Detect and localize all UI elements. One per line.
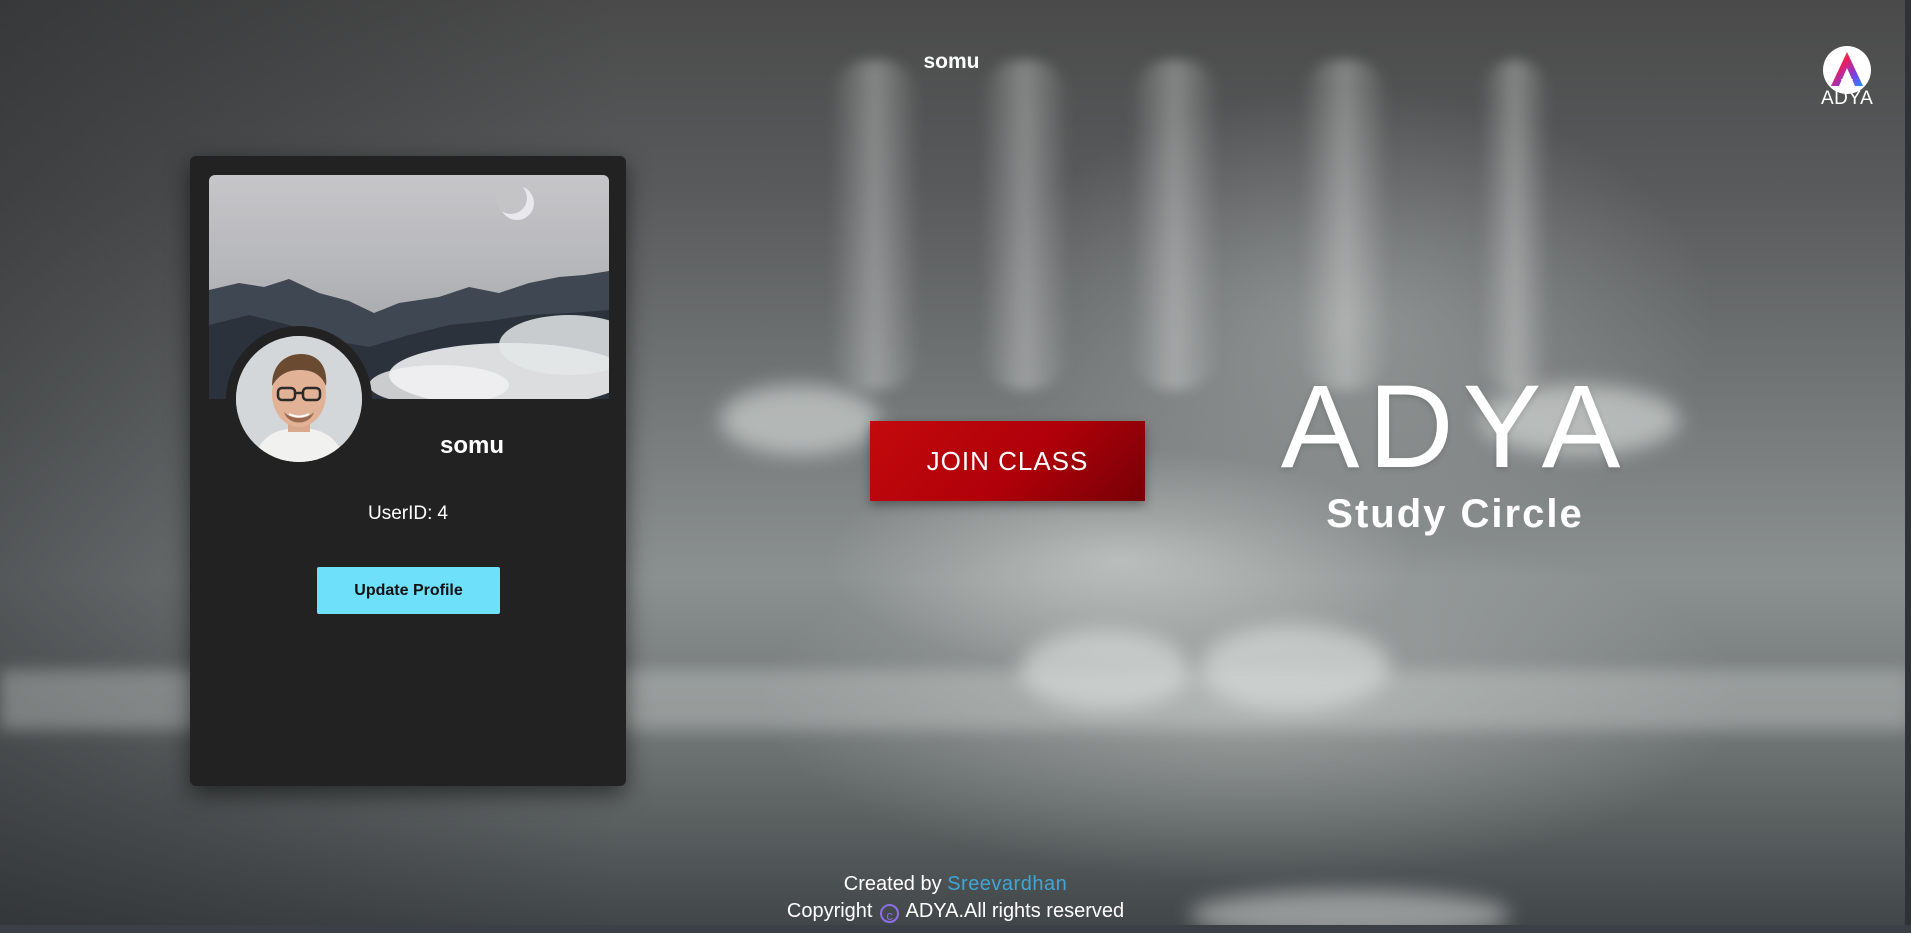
brand-title: ADYA [1280,361,1630,493]
avatar[interactable] [226,326,372,472]
footer: Created by Sreevardhan Copyright c ADYA.… [0,871,1911,925]
brand-subtitle: Study Circle [1326,492,1584,536]
footer-credit: Created by Sreevardhan [0,871,1911,898]
user-id-label: UserID: [368,503,433,524]
adya-logo-icon [1823,46,1871,94]
window-bottom-edge [0,925,1911,933]
profile-card: somu UserID: 4 Update Profile [190,156,626,786]
window-edge [1905,0,1911,933]
update-profile-button[interactable]: Update Profile [317,567,500,614]
user-id: UserID: 4 [190,503,626,525]
adya-logo[interactable]: ADYA [1821,46,1873,110]
created-by-text: Created by [843,873,942,895]
brand-block: ADYA Study Circle [1240,368,1670,537]
footer-copyright: Copyright c ADYA.All rights reserved [0,898,1911,925]
copyright-icon: c [880,904,900,923]
header-username: somu [923,50,980,73]
author-link[interactable]: Sreevardhan [947,873,1067,895]
rights-text: ADYA.All rights reserved [905,900,1125,922]
avatar-photo [236,336,362,462]
profile-name: somu [440,432,505,459]
join-class-button[interactable]: JOIN CLASS [870,421,1145,501]
copyright-text: Copyright [786,900,873,922]
user-id-value: 4 [437,503,448,524]
